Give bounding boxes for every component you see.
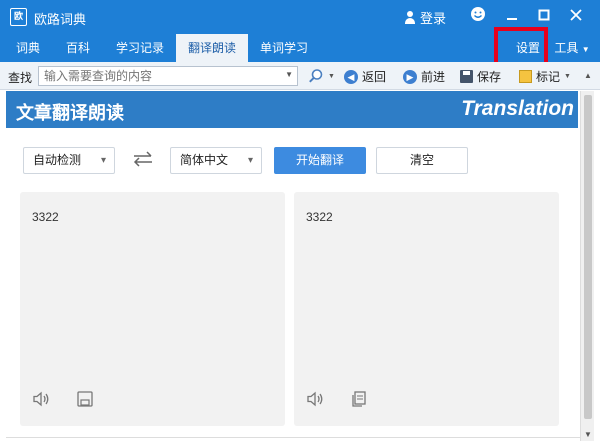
copy-icon[interactable] [350,390,368,408]
user-icon [404,11,416,24]
search-dropdown-icon[interactable]: ▼ [285,70,293,79]
tab-word-study[interactable]: 单词学习 [252,34,316,62]
search-button[interactable]: ▼ [308,68,335,84]
scroll-down-icon[interactable]: ▼ [581,430,595,439]
tab-study-records[interactable]: 学习记录 [108,34,172,62]
target-language-select[interactable]: 简体中文 ▾ [170,147,262,174]
search-dropdown-chevron-icon: ▼ [328,72,335,80]
result-text[interactable]: 3322 [306,210,333,224]
source-language-select[interactable]: 自动检测 ▾ [23,147,115,174]
back-button[interactable]: ◀ 返回 [344,68,386,85]
search-input[interactable] [39,67,279,85]
scrollbar-thumb[interactable] [584,95,592,419]
target-language-value: 简体中文 [180,153,229,167]
forward-label: 前进 [421,70,446,84]
save-button[interactable]: 保存 [460,68,501,85]
login-button[interactable]: 登录 [404,8,446,27]
mark-button[interactable]: 标记 ▼ [519,68,571,85]
maximize-icon[interactable] [534,6,554,26]
minimize-icon[interactable] [502,6,522,26]
search-icon [309,69,323,83]
speaker-icon[interactable] [306,390,324,408]
toolbar-scroll-up-icon[interactable]: ▲ [582,66,594,86]
source-language-value: 自动检测 [33,153,82,167]
tab-encyclopedia[interactable]: 百科 [56,34,100,62]
chevron-down-icon: ▾ [100,155,106,166]
translation-banner: 文章翻译朗读 Translation [6,91,578,128]
app-logo-icon: 欧 [10,8,27,26]
source-text-panel[interactable]: 3322 [20,192,285,426]
bottom-divider [6,437,580,438]
banner-subtitle: Translation [461,97,574,120]
search-box[interactable]: ▼ [38,66,298,86]
app-title: 欧路词典 [34,12,87,27]
forward-button[interactable]: ▶ 前进 [403,68,445,85]
tab-dictionary[interactable]: 词典 [8,34,48,62]
save-icon [460,70,473,83]
result-text-panel[interactable]: 3322 [294,192,559,426]
login-label: 登录 [420,11,447,26]
swap-icon[interactable] [131,150,155,170]
chevron-down-icon: ▼ [581,45,590,54]
tools-label: 工具 [554,41,579,55]
vertical-scrollbar[interactable]: ▼ [580,91,594,441]
search-label: 查找 [8,71,33,85]
save-label: 保存 [477,70,502,84]
tools-menu[interactable]: 工具 ▼ [550,34,594,62]
mark-dropdown-icon: ▼ [564,73,571,80]
mark-icon [519,70,532,83]
forward-icon: ▶ [403,69,417,84]
tab-translate-read[interactable]: 翻译朗读 [176,34,248,62]
clear-button[interactable]: 清空 [376,147,468,174]
speaker-icon[interactable] [32,390,50,408]
save-file-icon[interactable] [76,390,94,408]
smiley-icon[interactable] [468,6,488,26]
close-icon[interactable] [566,6,586,26]
mark-label: 标记 [536,70,561,84]
chevron-down-icon: ▾ [247,155,253,166]
toolbar: 查找 ▼ ▼ ◀ 返回 ▶ 前进 保存 标记 ▼ [0,62,600,90]
source-text[interactable]: 3322 [32,210,59,224]
back-icon: ◀ [344,69,358,84]
start-translate-button[interactable]: 开始翻译 [274,147,366,174]
back-label: 返回 [362,70,387,84]
banner-title: 文章翻译朗读 [16,103,124,123]
